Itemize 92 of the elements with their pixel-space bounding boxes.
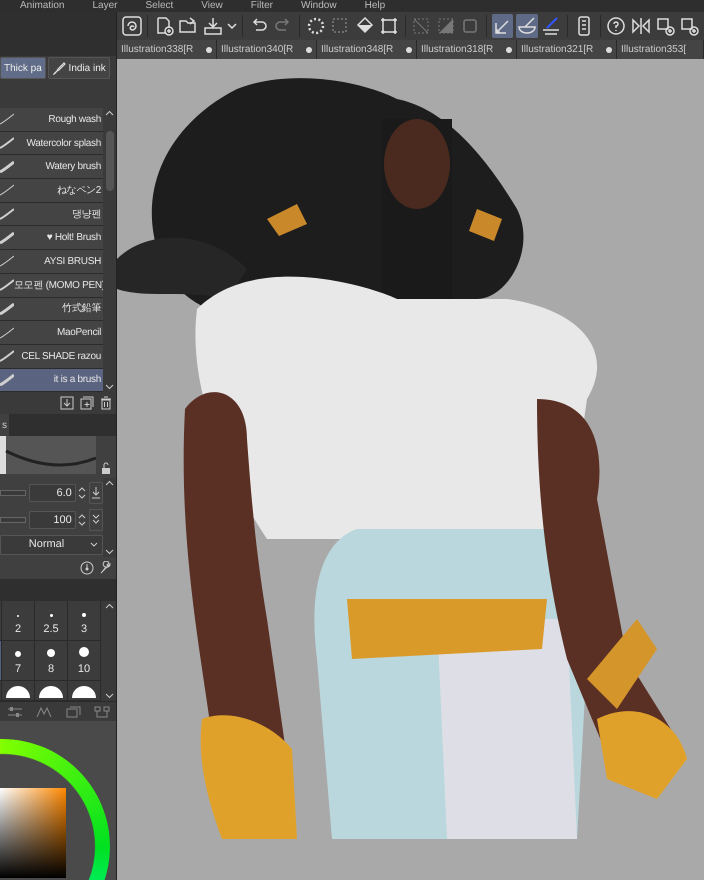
- document-tab[interactable]: Illustration340[R: [217, 40, 317, 59]
- brush-item[interactable]: Watercolor splash: [0, 132, 103, 156]
- stroke-preview-icon: [0, 160, 14, 173]
- brush-item[interactable]: ねなペン2: [0, 179, 103, 203]
- dot-icon: [50, 614, 52, 617]
- ink-pen-icon: [52, 61, 66, 75]
- half-square-icon: [436, 16, 456, 36]
- brush-item[interactable]: 댕냥펜: [0, 202, 103, 226]
- flip-icon: [630, 16, 651, 36]
- opacity-field[interactable]: 100: [28, 510, 76, 529]
- trash-icon[interactable]: [99, 396, 114, 410]
- spinner-icon[interactable]: [78, 486, 86, 500]
- brush-size-cell[interactable]: 2: [2, 601, 35, 642]
- brush-item[interactable]: AYSI BRUSH: [0, 250, 103, 274]
- unlock-icon[interactable]: [100, 462, 112, 474]
- dot-icon: [15, 651, 21, 657]
- caret-icon: [227, 23, 237, 29]
- document-tab[interactable]: Illustration318[R: [417, 40, 517, 59]
- dashed-square-icon: [411, 16, 432, 36]
- brush-item[interactable]: Watery brush: [0, 155, 103, 180]
- slider-track[interactable]: [0, 516, 26, 523]
- layers-icon[interactable]: [64, 706, 80, 718]
- sliders-icon[interactable]: [6, 706, 22, 718]
- wave-icon[interactable]: [36, 706, 52, 718]
- color-picker-square[interactable]: [0, 788, 66, 878]
- slider-track[interactable]: [0, 490, 26, 496]
- dot-icon: [47, 649, 55, 657]
- download-icon[interactable]: [60, 396, 74, 410]
- size-field[interactable]: 6.0: [28, 484, 76, 502]
- brush-item[interactable]: Rough wash: [0, 108, 103, 132]
- nodes-icon[interactable]: [94, 706, 110, 718]
- brush-bowl-icon: [517, 16, 538, 36]
- brush-item[interactable]: ♥ Holt! Brush: [0, 226, 103, 250]
- menu-item[interactable]: Select: [145, 0, 174, 12]
- brush-size-cell[interactable]: 10: [68, 641, 101, 682]
- brush-size-cell[interactable]: 7: [2, 641, 35, 682]
- menu-item[interactable]: Animation: [20, 0, 64, 12]
- menu-item[interactable]: Window: [301, 0, 337, 12]
- brush-size-cell[interactable]: [68, 681, 101, 702]
- brush-bowl-button[interactable]: [516, 14, 538, 38]
- brush-size-cell[interactable]: 8: [35, 641, 68, 682]
- stroke-preview-icon: [0, 113, 14, 126]
- stroke-preview-icon: [0, 255, 14, 268]
- export-icon: [202, 16, 223, 36]
- new-layer-icon: [654, 16, 675, 36]
- brush-item[interactable]: MaoPencil: [0, 321, 103, 345]
- brush-item[interactable]: 竹式鉛筆: [0, 298, 103, 322]
- brush-size-cell[interactable]: 2.5: [35, 601, 68, 642]
- brush-size-cell[interactable]: [35, 681, 68, 702]
- logo-icon: [122, 16, 142, 36]
- loading-icon: [306, 16, 326, 36]
- brush-item[interactable]: it is a brush: [0, 368, 103, 392]
- duplicate-icon[interactable]: [80, 396, 94, 410]
- menu-item[interactable]: Help: [364, 0, 386, 12]
- brush-size-cell[interactable]: 3: [68, 601, 101, 642]
- stroke-preview-icon: [0, 279, 14, 292]
- document-tab[interactable]: Illustration321[R: [517, 40, 617, 59]
- spinner-icon[interactable]: [78, 512, 86, 527]
- pen-line-icon: [541, 16, 562, 36]
- stroke-preview-icon: [0, 184, 14, 196]
- new-layer-icon: [679, 16, 700, 36]
- menu-item[interactable]: Filter: [250, 0, 274, 12]
- caret-icon: [89, 540, 100, 550]
- menu-item[interactable]: View: [201, 0, 223, 12]
- document-tab[interactable]: Illustration353[: [617, 40, 704, 59]
- brush-size-cell[interactable]: [2, 681, 35, 702]
- wrench-icon[interactable]: [99, 561, 114, 576]
- download-icon: [91, 486, 101, 500]
- stroke-preview-icon: [0, 374, 14, 386]
- fill-icon: [354, 16, 375, 36]
- transform-icon: [379, 16, 400, 36]
- tool-tab[interactable]: India ink: [48, 57, 110, 79]
- stroke-preview-icon: [0, 137, 14, 150]
- panel-tab[interactable]: s: [0, 414, 9, 436]
- scrollbar-thumb[interactable]: [106, 131, 114, 191]
- brush-item[interactable]: CEL SHADE razou: [0, 344, 103, 369]
- help-icon: [606, 16, 626, 36]
- stroke-preview-icon: [0, 208, 14, 220]
- logo-button[interactable]: [121, 14, 142, 38]
- tool-tab[interactable]: Thick pa: [0, 57, 46, 79]
- dot-icon: [82, 613, 86, 617]
- stroke-preview-icon: [0, 350, 14, 362]
- stroke-preview-icon: [0, 232, 14, 244]
- open-folder-icon: [178, 16, 198, 36]
- menu-item[interactable]: Layer: [92, 0, 118, 12]
- dot-icon: [79, 647, 89, 657]
- document-tab[interactable]: Illustration338[R: [117, 40, 217, 59]
- document-tab[interactable]: Illustration348[R: [317, 40, 417, 59]
- blend-mode-dropdown[interactable]: Normal: [0, 534, 103, 554]
- stroke-preview-icon: [0, 326, 14, 339]
- stroke-preview-icon: [0, 302, 14, 315]
- dial-icon[interactable]: [80, 561, 94, 576]
